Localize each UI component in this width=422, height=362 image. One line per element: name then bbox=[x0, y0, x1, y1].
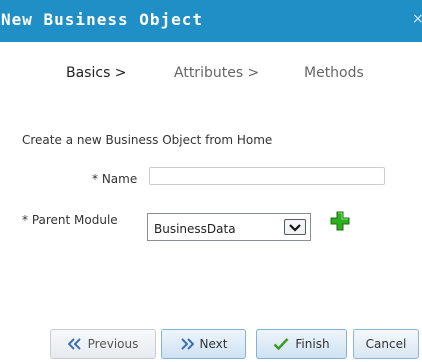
next-button[interactable]: Next bbox=[161, 329, 246, 359]
finish-label: Finish bbox=[295, 337, 330, 351]
parent-module-select[interactable]: BusinessData bbox=[147, 213, 311, 241]
wizard-steps: Basics > Attributes > Methods bbox=[0, 65, 422, 85]
cancel-label: Cancel bbox=[365, 337, 407, 351]
parent-module-label: * Parent Module bbox=[22, 213, 118, 227]
close-icon[interactable]: × bbox=[412, 11, 422, 27]
step-basics[interactable]: Basics > bbox=[66, 65, 127, 81]
dialog-titlebar: New Business Object × bbox=[0, 0, 422, 42]
double-chevron-right-icon bbox=[180, 338, 194, 350]
previous-label: Previous bbox=[87, 337, 139, 351]
parent-module-value: BusinessData bbox=[154, 222, 236, 236]
next-label: Next bbox=[199, 337, 228, 351]
dialog-title: New Business Object bbox=[1, 10, 204, 29]
cancel-button[interactable]: Cancel bbox=[353, 329, 419, 359]
name-label: * Name bbox=[92, 172, 138, 186]
add-module-icon[interactable] bbox=[330, 211, 350, 231]
finish-button[interactable]: Finish bbox=[256, 329, 347, 359]
step-methods[interactable]: Methods bbox=[304, 65, 364, 81]
name-input[interactable] bbox=[149, 167, 385, 185]
double-chevron-left-icon bbox=[67, 338, 81, 350]
chevron-down-icon[interactable] bbox=[284, 219, 306, 235]
previous-button[interactable]: Previous bbox=[50, 329, 156, 359]
form-intro: Create a new Business Object from Home bbox=[22, 133, 273, 147]
step-attributes[interactable]: Attributes > bbox=[174, 65, 259, 81]
check-icon bbox=[274, 338, 289, 351]
